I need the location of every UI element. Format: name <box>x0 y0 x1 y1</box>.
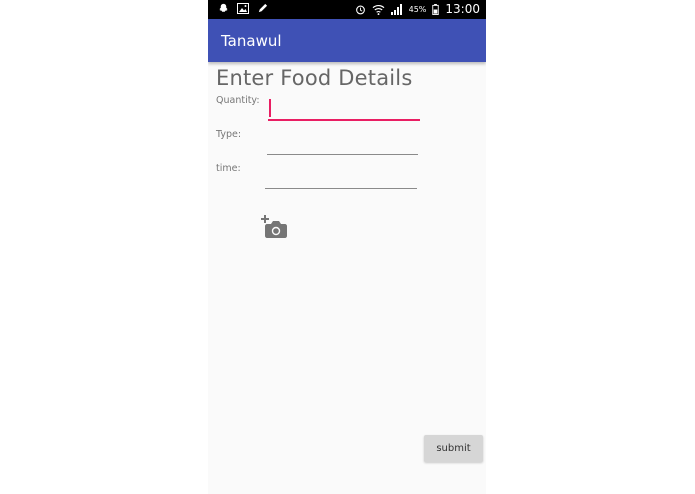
battery-icon <box>432 3 440 15</box>
snapchat-icon <box>219 3 228 12</box>
signal-icon <box>390 3 402 15</box>
status-bar: 45% 13:00 <box>208 0 486 19</box>
battery-percent: 45% <box>408 4 427 14</box>
time-label: time: <box>216 163 241 174</box>
time-input[interactable] <box>265 168 417 189</box>
page-heading: Enter Food Details <box>216 66 413 90</box>
pencil-icon <box>258 3 268 13</box>
image-icon <box>237 3 249 14</box>
phone-screen: 45% 13:00 Tanawul Enter Food Details Qua… <box>208 0 486 494</box>
type-input[interactable] <box>267 134 418 155</box>
submit-button[interactable]: submit <box>424 435 483 462</box>
status-bar-left <box>218 3 268 14</box>
wifi-icon <box>372 4 385 15</box>
add-photo-icon <box>261 215 287 238</box>
app-title: Tanawul <box>221 32 282 50</box>
clock: 13:00 <box>445 2 480 16</box>
quantity-input[interactable] <box>268 99 420 121</box>
text-cursor <box>269 99 271 117</box>
app-bar: Tanawul <box>208 19 486 62</box>
alarm-icon <box>355 5 365 14</box>
quantity-label: Quantity: <box>216 95 260 106</box>
add-photo-button[interactable] <box>261 215 287 239</box>
status-bar-right: 45% 13:00 <box>355 2 480 16</box>
type-label: Type: <box>216 129 242 140</box>
